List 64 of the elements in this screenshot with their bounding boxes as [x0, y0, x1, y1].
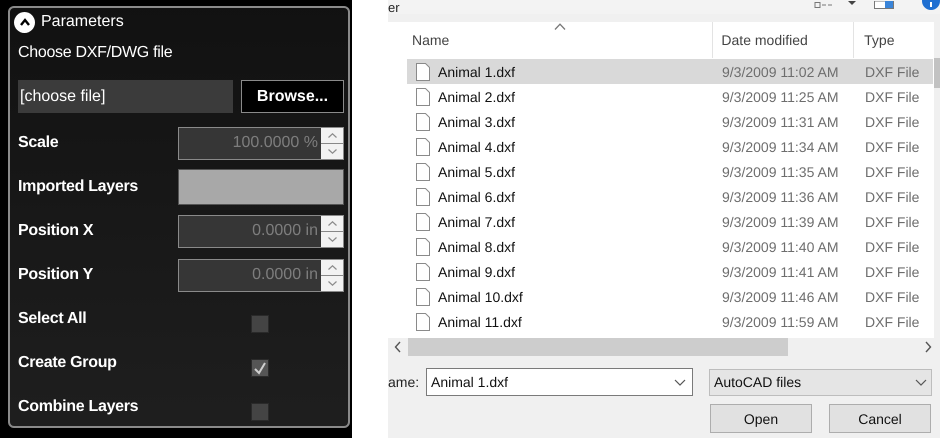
field-label: ame:	[388, 374, 420, 390]
file-row[interactable]: Animal 5.dxf 9/3/2009 11:35 AM DXF File	[407, 159, 933, 184]
column-header[interactable]: Date modified	[713, 22, 854, 58]
file-name: Animal 4.dxf	[438, 138, 516, 154]
file-field[interactable]: [choose file]	[18, 80, 233, 113]
file-type: DXF File	[864, 288, 920, 304]
browse-button[interactable]: Browse...	[241, 80, 344, 113]
file-row[interactable]: Animal 7.dxf 9/3/2009 11:39 AM DXF File	[407, 209, 933, 234]
file-date: 9/3/2009 11:02 AM	[721, 64, 840, 80]
file-name: Animal 5.dxf	[438, 164, 516, 180]
file-row[interactable]: Animal 9.dxf 9/3/2009 11:41 AM DXF File	[407, 259, 933, 284]
column-header[interactable]: Name	[407, 22, 714, 58]
dialog-title: er	[388, 2, 400, 14]
file-name: Animal 3.dxf	[438, 114, 516, 130]
file-date: 9/3/2009 11:25 AM	[721, 88, 840, 104]
file-row[interactable]: Animal 3.dxf 9/3/2009 11:31 AM DXF File	[407, 109, 933, 134]
file-row[interactable]: Animal 4.dxf 9/3/2009 11:34 AM DXF File	[407, 134, 933, 159]
panel-title: Parameters	[41, 13, 124, 31]
file-type-dropdown[interactable]: AutoCAD files	[709, 368, 932, 396]
field-label: Position Y	[18, 266, 93, 284]
file-date: 9/3/2009 11:59 AM	[721, 314, 840, 330]
file-name: Animal 7.dxf	[438, 214, 516, 230]
file-name-field[interactable]: Animal 1.dxf	[426, 368, 693, 396]
cancel-button[interactable]: Cancel	[829, 404, 931, 433]
field-label: Position X	[18, 222, 94, 240]
file-name: Animal 9.dxf	[438, 264, 516, 280]
file-date: 9/3/2009 11:31 AM	[721, 114, 840, 130]
file-row[interactable]: Animal 2.dxf 9/3/2009 11:25 AM DXF File	[407, 84, 933, 109]
field-label: Imported Layers	[18, 178, 138, 196]
file-date: 9/3/2009 11:40 AM	[721, 238, 840, 254]
file-name: Animal 11.dxf	[438, 314, 522, 330]
file-type: DXF File	[864, 88, 920, 104]
file-type: DXF File	[864, 214, 920, 230]
file-date: 9/3/2009 11:39 AM	[721, 214, 840, 230]
file-type: DXF File	[864, 138, 920, 154]
field-label: Combine Layers	[18, 398, 138, 416]
field-label: Scale	[18, 134, 58, 152]
file-row[interactable]: Animal 1.dxf 9/3/2009 11:02 AM DXF File	[407, 59, 933, 84]
file-date: 9/3/2009 11:34 AM	[721, 138, 840, 154]
file-name: Animal 2.dxf	[438, 88, 516, 104]
file-name: Animal 6.dxf	[438, 188, 516, 204]
file-type: DXF File	[864, 188, 920, 204]
file-type: DXF File	[864, 114, 920, 130]
file-row[interactable]: Animal 11.dxf 9/3/2009 11:59 AM DXF File	[407, 309, 933, 331]
file-type: DXF File	[864, 238, 920, 254]
file-type: DXF File	[864, 264, 920, 280]
file-name: Animal 10.dxf	[438, 288, 523, 304]
file-row[interactable]: Animal 8.dxf 9/3/2009 11:40 AM DXF File	[407, 234, 933, 259]
file-type: DXF File	[864, 64, 920, 80]
file-name: Animal 8.dxf	[438, 238, 516, 254]
file-date: 9/3/2009 11:41 AM	[721, 264, 840, 280]
file-date: 9/3/2009 11:35 AM	[721, 164, 840, 180]
file-type: DXF File	[864, 164, 920, 180]
field-label: Choose DXF/DWG file	[18, 43, 174, 63]
file-date: 9/3/2009 11:46 AM	[721, 288, 840, 304]
file-name: Animal 1.dxf	[438, 64, 516, 80]
file-row[interactable]: Animal 10.dxf 9/3/2009 11:46 AM DXF File	[407, 284, 933, 309]
field-label: Select All	[18, 310, 86, 328]
file-date: 9/3/2009 11:36 AM	[721, 188, 840, 204]
column-header[interactable]: Type	[854, 22, 934, 58]
file-type: DXF File	[864, 314, 920, 330]
file-row[interactable]: Animal 6.dxf 9/3/2009 11:36 AM DXF File	[407, 184, 933, 209]
open-button[interactable]: Open	[710, 404, 812, 433]
field-label: Create Group	[18, 354, 117, 372]
